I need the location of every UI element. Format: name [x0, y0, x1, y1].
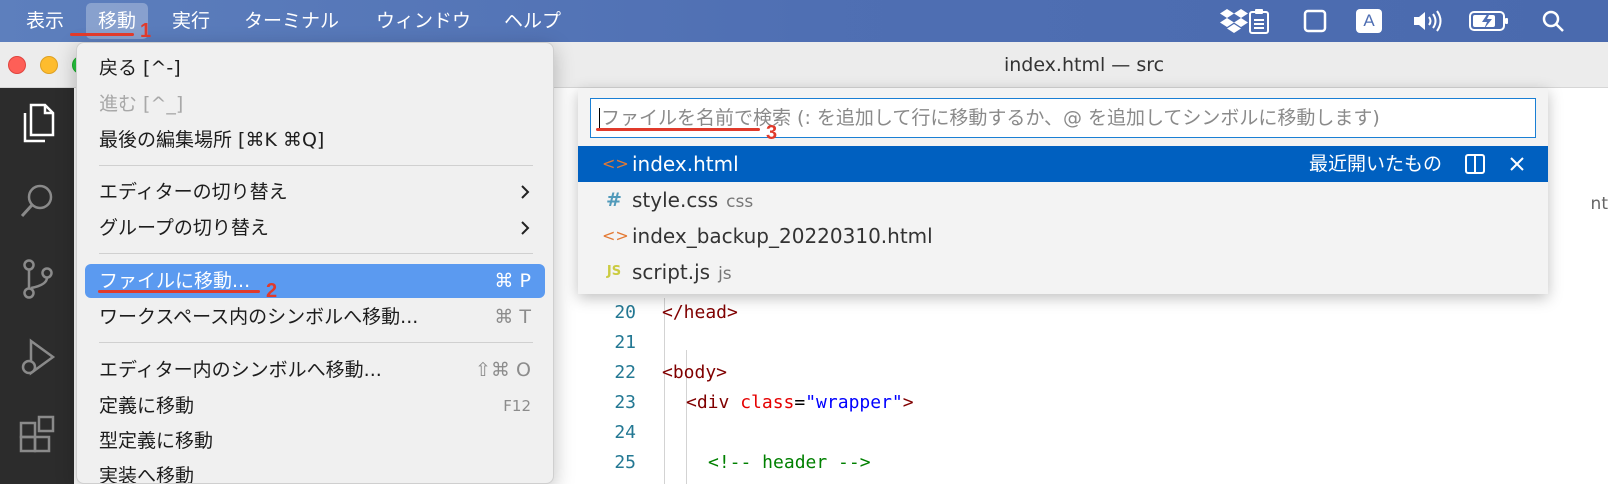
- recently-opened-label: 最近開いたもの: [1308, 153, 1442, 175]
- menu-item-switch-editor[interactable]: エディターの切り替え: [85, 175, 545, 209]
- input-method-label: A: [1356, 9, 1382, 33]
- menu-item-switch-group[interactable]: グループの切り替え: [85, 211, 545, 245]
- menu-item-shortcut: ⇧⌘ O: [475, 359, 531, 381]
- menu-item-go-to-definition[interactable]: 定義に移動 F12: [85, 389, 545, 423]
- split-editor-icon[interactable]: [1464, 153, 1486, 175]
- search-icon[interactable]: [14, 178, 60, 224]
- menu-item-shortcut: ⌘ P: [494, 270, 532, 292]
- battery-icon[interactable]: [1466, 0, 1512, 42]
- menu-window[interactable]: ウィンドウ: [376, 0, 471, 42]
- menu-item-label: ワークスペース内のシンボルへ移動...: [99, 306, 419, 328]
- tab-fragment: nt: [1590, 194, 1608, 214]
- menu-item-label: 最後の編集場所 [⌘K ⌘Q]: [99, 129, 325, 151]
- menu-run[interactable]: 実行: [172, 0, 210, 42]
- quick-open-result-name: style.css css: [632, 188, 754, 212]
- input-method-icon[interactable]: A: [1354, 0, 1384, 42]
- menu-item-label: 進む [^_]: [99, 93, 184, 115]
- menu-item-forward: 進む [^_]: [85, 87, 545, 121]
- quick-open-result-name: index_backup_20220310.html: [632, 224, 933, 248]
- menu-item-label: エディターの切り替え: [99, 181, 288, 203]
- css-file-icon: #: [606, 189, 622, 211]
- html-file-icon: <>: [602, 154, 629, 173]
- code-line: 22 <body>: [560, 358, 1608, 388]
- line-number: 21: [614, 332, 636, 353]
- close-icon[interactable]: [1508, 155, 1526, 173]
- code-line: 21: [560, 328, 1608, 358]
- menu-item-last-edit-location[interactable]: 最後の編集場所 [⌘K ⌘Q]: [85, 123, 545, 157]
- menu-item-label: 型定義に移動: [99, 430, 214, 452]
- explorer-icon[interactable]: [14, 100, 60, 146]
- code-line: 20 </head>: [560, 298, 1608, 328]
- clipboard-icon[interactable]: [1246, 0, 1272, 42]
- menu-terminal[interactable]: ターミナル: [244, 0, 339, 42]
- quick-open-result-name: script.js js: [632, 260, 732, 284]
- run-debug-icon[interactable]: [14, 334, 60, 380]
- line-number: 22: [614, 362, 636, 383]
- menu-item-label: グループの切り替え: [99, 217, 269, 239]
- menu-item-back[interactable]: 戻る [^-]: [85, 51, 545, 85]
- quick-open-result[interactable]: # style.css css: [578, 182, 1548, 218]
- code-text: <div class="wrapper">: [686, 392, 914, 413]
- menu-item-go-to-type-definition[interactable]: 型定義に移動: [85, 424, 545, 458]
- menu-item-go-to-editor-symbol[interactable]: エディター内のシンボルへ移動... ⇧⌘ O: [85, 353, 545, 387]
- menu-view[interactable]: 表示: [26, 0, 64, 42]
- code-text: <body>: [662, 362, 728, 383]
- chevron-right-icon: [521, 221, 530, 235]
- volume-icon[interactable]: [1410, 0, 1444, 42]
- line-number: 23: [614, 392, 636, 413]
- menu-item-label: ファイルに移動...: [99, 270, 251, 292]
- menu-item-label: 戻る [^-]: [99, 57, 181, 79]
- code-line: 24: [560, 418, 1608, 448]
- code-text: </head>: [662, 302, 738, 323]
- line-number: 20: [614, 302, 636, 323]
- spotlight-search-icon[interactable]: [1538, 0, 1568, 42]
- annotation-number: 1: [140, 20, 152, 42]
- annotation-number: 2: [266, 280, 278, 302]
- macos-menubar: 表示 移動 実行 ターミナル ウィンドウ ヘルプ A: [0, 0, 1608, 42]
- quick-open-search-input[interactable]: ファイルを名前で検索 (: を追加して行に移動するか、@ を追加してシンボルに移…: [590, 98, 1536, 138]
- menu-help[interactable]: ヘルプ: [504, 0, 561, 42]
- quick-open-placeholder: ファイルを名前で検索 (: を追加して行に移動するか、@ を追加してシンボルに移…: [601, 107, 1380, 129]
- annotation-underline: [596, 128, 760, 131]
- menu-separator: [99, 342, 533, 343]
- menu-separator: [99, 253, 533, 254]
- window-icon[interactable]: [1301, 0, 1329, 42]
- menu-item-shortcut: ⌘ T: [494, 306, 531, 328]
- menu-item-go-to-workspace-symbol[interactable]: ワークスペース内のシンボルへ移動... ⌘ T: [85, 300, 545, 334]
- code-line: 23 <div class="wrapper">: [560, 388, 1608, 418]
- menu-separator: [99, 165, 533, 166]
- quick-open-result[interactable]: <> index.html 最近開いたもの: [578, 146, 1548, 182]
- annotation-underline: [70, 33, 134, 36]
- activity-bar: [0, 88, 74, 484]
- js-file-icon: JS: [606, 264, 622, 279]
- chevron-right-icon: [521, 185, 530, 199]
- quick-open-panel: ファイルを名前で検索 (: を追加して行に移動するか、@ を追加してシンボルに移…: [578, 88, 1548, 294]
- annotation-number: 3: [766, 122, 778, 144]
- code-text: <!-- header -->: [708, 452, 871, 473]
- html-file-icon: <>: [602, 226, 629, 245]
- quick-open-result[interactable]: <> index_backup_20220310.html: [578, 218, 1548, 254]
- annotation-underline: [98, 290, 260, 293]
- code-line: 25 <!-- header -->: [560, 448, 1608, 478]
- line-number: 24: [614, 422, 636, 443]
- quick-open-result[interactable]: JS script.js js: [578, 254, 1548, 290]
- quick-open-result-name: index.html: [632, 152, 739, 176]
- menu-item-shortcut: F12: [503, 397, 531, 415]
- extensions-icon[interactable]: [14, 414, 60, 460]
- go-menu-dropdown: 戻る [^-] 進む [^_] 最後の編集場所 [⌘K ⌘Q] エディターの切り…: [76, 42, 554, 484]
- menu-item-label: エディター内のシンボルへ移動...: [99, 359, 382, 381]
- source-control-icon[interactable]: [14, 256, 60, 302]
- line-number: 25: [614, 452, 636, 473]
- menu-item-go-to-implementation[interactable]: 実装へ移動: [85, 459, 545, 484]
- menu-item-label: 定義に移動: [99, 395, 195, 417]
- menu-item-label: 実装へ移動: [99, 465, 195, 484]
